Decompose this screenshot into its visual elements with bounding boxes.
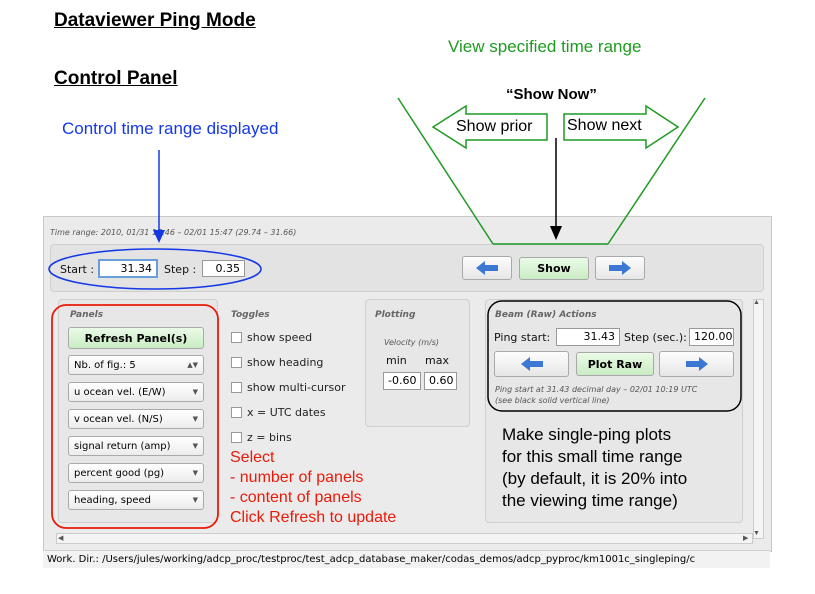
chevron-down-icon: ▼ [192,469,198,477]
checkbox[interactable] [231,332,242,343]
beam-title: Beam (Raw) Actions [495,310,597,320]
slide-subtitle: Control Panel [54,68,178,89]
scroll-left-icon[interactable]: ◀ [58,534,63,542]
panel-select-2[interactable]: v ocean vel. (N/S) ▼ [68,409,204,429]
vertical-scrollbar[interactable] [753,299,764,539]
view-range-note: View specified time range [448,37,642,56]
scroll-down-icon[interactable]: ▼ [753,530,760,537]
red-annotation-line: - content of panels [230,489,362,506]
start-label: Start : [60,263,95,276]
horizontal-scrollbar[interactable] [56,533,753,544]
control-range-note: Control time range displayed [62,119,279,138]
ping-next-button[interactable] [659,351,734,377]
arrow-right-icon [685,357,708,371]
toggle-label: z = bins [247,431,292,444]
toggle-utc-dates[interactable]: x = UTC dates [231,406,326,419]
scroll-up-icon[interactable]: ▲ [753,299,760,306]
max-label: max [425,354,449,367]
black-annotation: Make single-ping plots for this small ti… [502,424,687,512]
checkbox[interactable] [231,357,242,368]
toggles-title: Toggles [231,310,270,320]
vel-min-input[interactable]: -0.60 [383,372,421,390]
panel-select-5[interactable]: heading, speed ▼ [68,490,204,510]
ping-step-label: Step (sec.): [624,331,687,344]
panel-select-1-value: u ocean vel. (E/W) [74,386,166,398]
start-input[interactable]: 31.34 [98,259,158,278]
checkbox[interactable] [231,432,242,443]
show-now-label: “Show Now” [506,86,597,103]
workdir-statusbar: Work. Dir.: /Users/jules/working/adcp_pr… [43,550,770,568]
checkbox[interactable] [231,382,242,393]
toggle-multi-cursor[interactable]: show multi-cursor [231,381,346,394]
ping-prior-button[interactable] [494,351,569,377]
arrow-left-icon [476,261,498,275]
ping-start-label: Ping start: [494,331,551,344]
arrow-right-icon [609,261,631,275]
checkbox[interactable] [231,407,242,418]
toggle-label: x = UTC dates [247,406,326,419]
step-input[interactable]: 0.35 [202,260,245,277]
black-annotation-line: Make single-ping plots [502,425,672,444]
black-annotation-line: for this small time range [502,447,683,466]
toggle-show-speed[interactable]: show speed [231,331,312,344]
show-button[interactable]: Show [519,257,589,280]
black-annotation-line: (by default, it is 20% into [502,469,688,488]
chevron-down-icon: ▼ [192,442,198,450]
toggle-label: show speed [247,331,313,344]
panel-select-3[interactable]: signal return (amp) ▼ [68,436,204,456]
panel-select-4-value: percent good (pg) [74,467,165,479]
vel-max-input[interactable]: 0.60 [424,372,457,390]
ping-start-input[interactable]: 31.43 [556,328,620,346]
slide-title: Dataviewer Ping Mode [54,10,256,31]
chevron-down-icon: ▼ [192,415,198,423]
ping-info-line1: Ping start at 31.43 decimal day – 02/01 … [495,385,698,394]
ping-info-line2: (see black solid vertical line) [495,396,610,405]
panel-select-5-value: heading, speed [74,494,151,506]
velocity-label: Velocity (m/s) [384,338,439,347]
min-label: min [386,354,407,367]
plot-raw-button[interactable]: Plot Raw [576,352,654,376]
panels-title: Panels [70,310,104,320]
chevron-down-icon: ▼ [192,388,198,396]
arrow-left-icon [520,357,543,371]
show-prior-label: Show prior [456,118,533,135]
spinner-icon[interactable]: ▲▼ [187,361,198,369]
nfig-value: Nb. of fig.: 5 [74,359,136,371]
time-range-label: Time range: 2010, 01/31 17:46 – 02/01 15… [50,228,297,237]
toggle-label: show multi-cursor [247,381,346,394]
toggle-label: show heading [247,356,324,369]
plotting-title: Plotting [375,310,416,320]
refresh-panels-button[interactable]: Refresh Panel(s) [68,327,204,349]
show-prior-button[interactable] [462,256,512,280]
panel-select-1[interactable]: u ocean vel. (E/W) ▼ [68,382,204,402]
ping-step-input[interactable]: 120.00 [689,328,734,346]
nfig-spinner[interactable]: Nb. of fig.: 5 ▲▼ [68,355,204,375]
red-annotation-line: Click Refresh to update [230,509,397,526]
black-annotation-line: the viewing time range) [502,491,678,510]
panel-select-2-value: v ocean vel. (N/S) [74,413,163,425]
show-next-label: Show next [567,117,642,134]
chevron-down-icon: ▼ [192,496,198,504]
panel-select-4[interactable]: percent good (pg) ▼ [68,463,204,483]
step-label: Step : [164,263,197,276]
panel-select-3-value: signal return (amp) [74,440,171,452]
red-annotation-line: - number of panels [230,469,364,486]
red-annotation: Select - number of panels - content of p… [230,448,396,528]
red-annotation-line: Select [230,449,275,466]
toggle-z-bins[interactable]: z = bins [231,431,292,444]
show-next-button[interactable] [595,256,645,280]
toggle-show-heading[interactable]: show heading [231,356,323,369]
scroll-right-icon[interactable]: ▶ [743,534,748,542]
